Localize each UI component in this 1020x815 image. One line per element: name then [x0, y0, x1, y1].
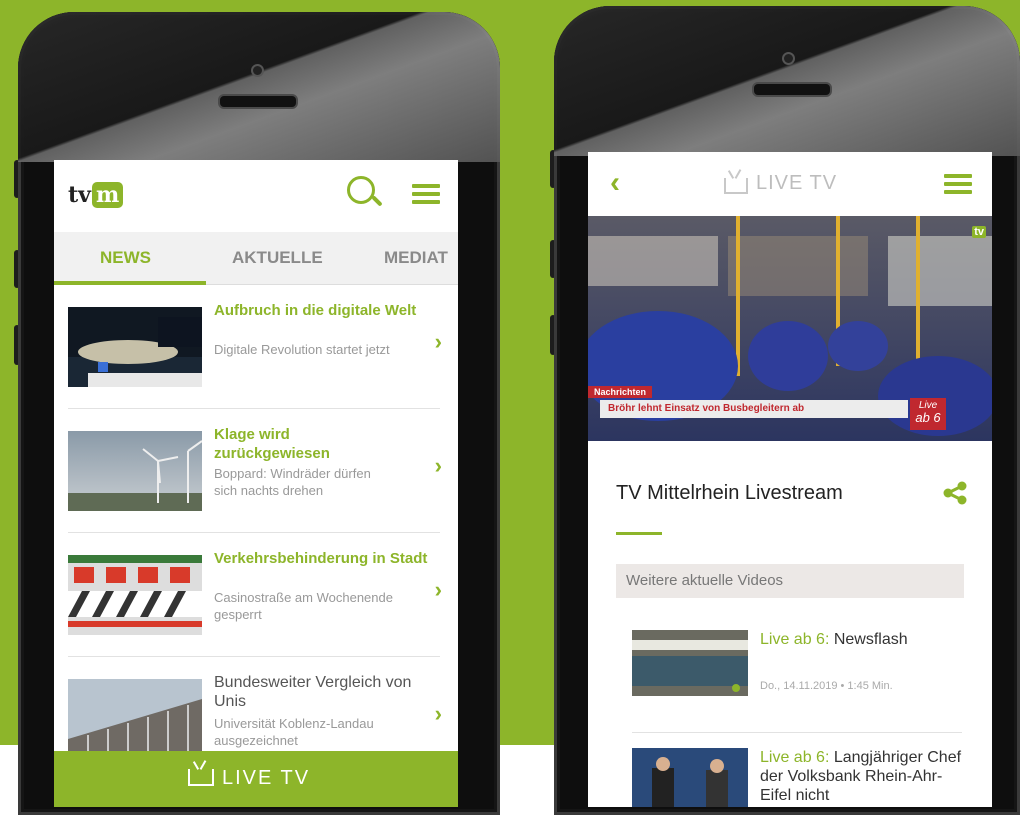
news-subtitle: Universität Koblenz-Landau ausgezeichnet: [214, 716, 374, 748]
video-thumbnail: [632, 748, 748, 807]
video-title: Live ab 6: Langjähriger Chef der Volksba…: [760, 749, 962, 804]
header-title: LIVE TV: [756, 172, 838, 194]
news-thumbnail: [68, 307, 202, 387]
video-meta: Do., 14.11.2019 • 1:45 Min.: [760, 680, 893, 692]
channel-logo: tv: [972, 226, 986, 238]
section-header: Weitere aktuelle Videos: [616, 564, 964, 598]
video-title: Live ab 6: Newsflash: [760, 631, 908, 648]
news-thumbnail: [68, 431, 202, 511]
video-thumbnail: [632, 630, 748, 696]
share-icon[interactable]: [940, 480, 970, 506]
list-item[interactable]: Klage wird zurückgewiesen Boppard: Windr…: [68, 409, 442, 533]
tab-aktuelle[interactable]: AKTUELLE: [232, 248, 323, 268]
chevron-right-icon: ›: [434, 329, 442, 354]
live-tv-button[interactable]: LIVE TV: [54, 751, 458, 807]
video-list-item[interactable]: Live ab 6: Langjähriger Chef der Volksba…: [632, 748, 962, 807]
right-phone-screen: ‹ LIVE TV tv Nachrichten Bröhr lehnt Ein…: [588, 152, 992, 807]
live-badge-line2: ab 6: [915, 410, 941, 425]
news-ticker: Bröhr lehnt Einsatz von Busbegleitern ab: [600, 400, 908, 418]
tvm-logo[interactable]: tv m: [68, 182, 124, 208]
news-title: Klage wird zurückgewiesen: [214, 426, 330, 462]
stream-title: TV Mittelrhein Livestream: [616, 482, 843, 504]
phone-speaker: [218, 94, 298, 109]
chevron-right-icon: ›: [434, 701, 442, 726]
left-phone-screen: tv m NEWS AKTUELLE MEDIAT Aufbruch in die…: [54, 160, 458, 807]
list-item[interactable]: Verkehrsbehinderung in Stadt Casinostraß…: [68, 533, 442, 657]
news-tabs: NEWS AKTUELLE MEDIAT: [54, 232, 458, 285]
app-header: tv m: [54, 160, 458, 232]
phone-glare: [18, 12, 500, 162]
news-title: Bundesweiter Vergleich von Unis: [214, 674, 412, 710]
news-ticker-badge: Nachrichten: [588, 386, 653, 398]
tab-mediathek[interactable]: MEDIAT: [384, 248, 448, 268]
news-thumbnail: [68, 555, 202, 635]
tv-icon: [188, 769, 214, 786]
logo-m: m: [91, 182, 124, 208]
news-thumbnail: [68, 679, 202, 759]
list-item[interactable]: Aufbruch in die digitale Welt Digitale R…: [68, 285, 442, 409]
phone-camera: [782, 52, 795, 65]
news-title: Verkehrsbehinderung in Stadt: [214, 550, 428, 567]
live-tv-label: LIVE TV: [222, 767, 311, 789]
chevron-right-icon: ›: [434, 453, 442, 478]
news-subtitle: Boppard: Windräder dürfen sich nachts dr…: [214, 466, 371, 498]
news-subtitle: Casinostraße am Wochenende gesperrt: [214, 590, 393, 622]
tab-news[interactable]: NEWS: [100, 248, 151, 268]
live-ab-6-badge: Live ab 6: [910, 398, 946, 430]
news-subtitle: Digitale Revolution startet jetzt: [214, 342, 390, 357]
player-header: ‹ LIVE TV: [588, 152, 992, 216]
phone-glare: [554, 6, 1020, 156]
search-icon[interactable]: [347, 176, 375, 204]
phone-speaker: [752, 82, 832, 97]
tv-icon: [724, 178, 748, 194]
hamburger-menu-icon[interactable]: [944, 174, 972, 194]
title-underline: [616, 532, 662, 535]
divider: [632, 732, 962, 733]
chevron-right-icon: ›: [434, 577, 442, 602]
back-arrow-icon[interactable]: ‹: [610, 166, 620, 200]
news-title: Aufbruch in die digitale Welt: [214, 302, 417, 319]
video-list-item[interactable]: Live ab 6: Newsflash Do., 14.11.2019 • 1…: [632, 630, 962, 730]
hamburger-menu-icon[interactable]: [412, 184, 440, 204]
logo-tv: tv: [68, 182, 91, 208]
video-player[interactable]: tv Nachrichten Bröhr lehnt Einsatz von B…: [588, 216, 992, 441]
phone-camera: [251, 64, 264, 77]
